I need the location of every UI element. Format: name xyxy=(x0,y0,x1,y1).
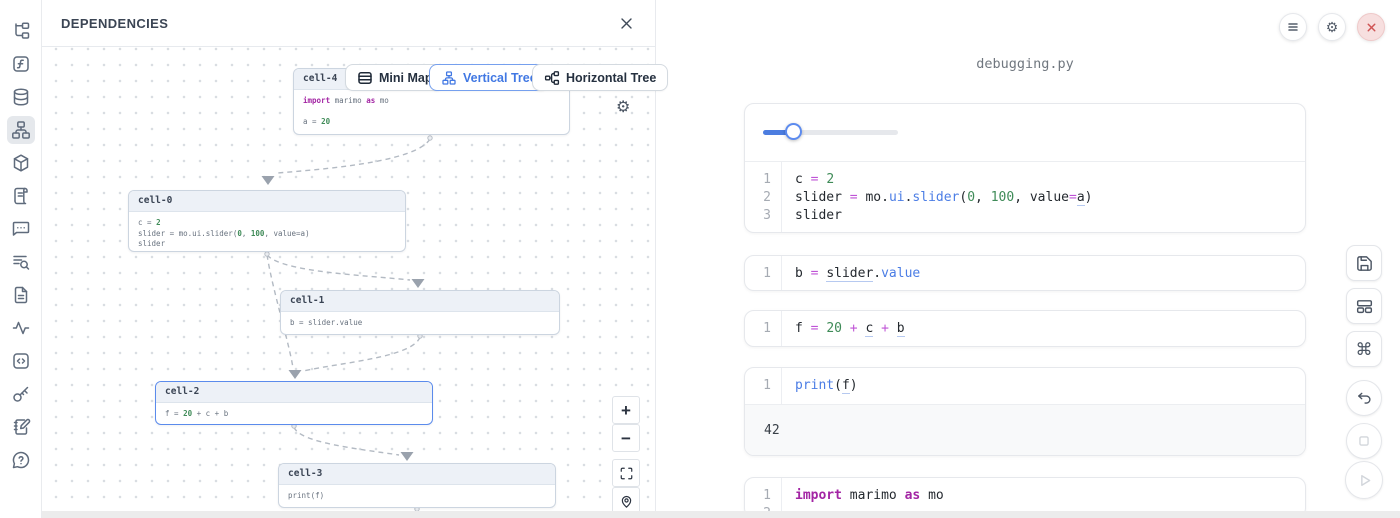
fullscreen-icon xyxy=(619,466,634,481)
mini-map-label: Mini Map xyxy=(379,71,432,85)
function-square-icon xyxy=(11,54,31,74)
notebook-menu-button[interactable] xyxy=(1279,13,1307,41)
stop-button[interactable] xyxy=(1346,423,1382,459)
graph-node-title: cell-1 xyxy=(281,291,559,312)
sidebar-item-chat[interactable] xyxy=(7,215,35,243)
graph-node-title: cell-3 xyxy=(279,464,555,485)
stop-icon xyxy=(1355,432,1373,450)
square-code-icon xyxy=(11,351,31,371)
zoom-out-button[interactable]: − xyxy=(612,424,640,452)
graph-node-cell-3[interactable]: cell-3print(f) xyxy=(278,463,556,508)
graph-node-code: import marimo as mo a = 20 xyxy=(294,90,569,134)
panel-title: DEPENDENCIES xyxy=(61,16,168,31)
cell-output: 42 xyxy=(745,404,1305,456)
undo-icon xyxy=(1355,389,1373,407)
save-button[interactable] xyxy=(1346,245,1382,281)
sidebar-item-secrets[interactable] xyxy=(7,380,35,408)
panel-header: DEPENDENCIES xyxy=(42,0,655,47)
shutdown-button[interactable] xyxy=(1357,13,1385,41)
menu-icon xyxy=(1286,20,1300,34)
graph-node-cell-2[interactable]: cell-2f = 20 + c + b xyxy=(155,381,433,425)
line-number: 1 xyxy=(745,171,781,189)
line-number: 3 xyxy=(745,207,781,225)
command-palette-button[interactable]: ⌘ xyxy=(1346,331,1382,367)
sidebar-item-snippets[interactable] xyxy=(7,347,35,375)
code-editor[interactable]: 1c = 22slider = mo.ui.slider(0, 100, val… xyxy=(745,162,1305,233)
horizontal-scrollbar[interactable] xyxy=(42,511,1400,518)
database-icon xyxy=(11,87,31,107)
vertical-tree-icon xyxy=(441,70,457,86)
save-icon xyxy=(1355,254,1374,273)
help-circle-icon xyxy=(11,450,31,470)
zoom-in-button[interactable]: + xyxy=(612,396,640,424)
sidebar-item-tracing[interactable] xyxy=(7,314,35,342)
notebook-cell-slider-cell: 1c = 22slider = mo.ui.slider(0, 100, val… xyxy=(744,103,1306,233)
horizontal-tree-icon xyxy=(544,70,560,86)
vertical-tree-button[interactable]: Vertical Tree xyxy=(429,64,549,91)
file-tree-icon xyxy=(11,21,31,41)
chat-icon xyxy=(11,219,31,239)
key-icon xyxy=(11,384,31,404)
activity-icon xyxy=(11,318,31,338)
layout-toggle-button[interactable] xyxy=(1346,288,1382,324)
graph-node-code: c = 2slider = mo.ui.slider(0, 100, value… xyxy=(129,212,405,252)
graph-node-code: print(f) xyxy=(279,485,555,508)
sidebar-item-data-sources[interactable] xyxy=(7,83,35,111)
vertical-tree-label: Vertical Tree xyxy=(463,71,537,85)
graph-node-title: cell-0 xyxy=(129,191,405,212)
scroll-icon xyxy=(11,186,31,206)
line-number: 1 xyxy=(745,320,781,338)
sidebar-item-file[interactable] xyxy=(7,281,35,309)
notebook-cell-f-cell: 1f = 20 + c + b xyxy=(744,310,1306,347)
code-editor[interactable]: 1print(f) xyxy=(745,368,1305,404)
horizontal-tree-button[interactable]: Horizontal Tree xyxy=(532,64,668,91)
line-number: 1 xyxy=(745,265,781,283)
close-icon xyxy=(619,16,634,31)
sidebar-item-help[interactable] xyxy=(7,446,35,474)
graph-settings-gear-icon[interactable]: ⚙ xyxy=(616,100,630,116)
dependency-graph-icon xyxy=(11,120,31,140)
layout-icon xyxy=(1355,297,1374,316)
graph-node-cell-1[interactable]: cell-1b = slider.value xyxy=(280,290,560,335)
line-number: 2 xyxy=(745,189,781,207)
horizontal-tree-label: Horizontal Tree xyxy=(566,71,656,85)
sidebar-item-dependency-graph[interactable] xyxy=(7,116,35,144)
graph-node-cell-0[interactable]: cell-0c = 2slider = mo.ui.slider(0, 100,… xyxy=(128,190,406,252)
notebook-cell-b-cell: 1b = slider.value xyxy=(744,255,1306,291)
fit-view-button[interactable] xyxy=(612,459,640,487)
graph-node-code: f = 20 + c + b xyxy=(156,403,432,425)
code-editor[interactable]: 1f = 20 + c + b xyxy=(745,311,1305,347)
graph-node-title: cell-2 xyxy=(156,382,432,403)
run-button[interactable] xyxy=(1345,461,1383,499)
code-editor[interactable]: 1b = slider.value xyxy=(745,256,1305,291)
slider-thumb[interactable] xyxy=(785,123,802,140)
sidebar-item-packages[interactable] xyxy=(7,149,35,177)
line-number: 1 xyxy=(745,377,781,395)
sidebar-item-logs-search[interactable] xyxy=(7,248,35,276)
sidebar-item-documentation[interactable] xyxy=(7,182,35,210)
mini-map-icon xyxy=(357,70,373,86)
text-search-icon xyxy=(11,252,31,272)
package-icon xyxy=(11,153,31,173)
close-panel-button[interactable] xyxy=(616,13,636,33)
undo-button[interactable] xyxy=(1346,380,1382,416)
sidebar-item-file-tree[interactable] xyxy=(7,17,35,45)
file-text-icon xyxy=(11,285,31,305)
play-icon xyxy=(1355,471,1374,490)
notebook-settings-button[interactable]: ⚙ xyxy=(1318,13,1346,41)
line-number: 1 xyxy=(745,487,781,505)
graph-node-code: b = slider.value xyxy=(281,312,559,335)
notebook-pen-icon xyxy=(11,417,31,437)
notebook-cell-print-cell: 1print(f)42 xyxy=(744,367,1306,456)
sidebar-item-scratchpad[interactable] xyxy=(7,413,35,441)
sidebar-item-function-square[interactable] xyxy=(7,50,35,78)
map-pin-icon xyxy=(619,494,634,509)
helper-sidebar xyxy=(0,0,42,518)
gear-icon: ⚙ xyxy=(1326,19,1339,36)
dependencies-panel: cell-4import marimo as mo a = 20cell-0c … xyxy=(42,0,656,518)
close-icon xyxy=(1365,21,1378,34)
slider-output xyxy=(745,104,1305,162)
notebook-filename[interactable]: debugging.py xyxy=(744,56,1306,72)
command-icon: ⌘ xyxy=(1356,341,1373,358)
